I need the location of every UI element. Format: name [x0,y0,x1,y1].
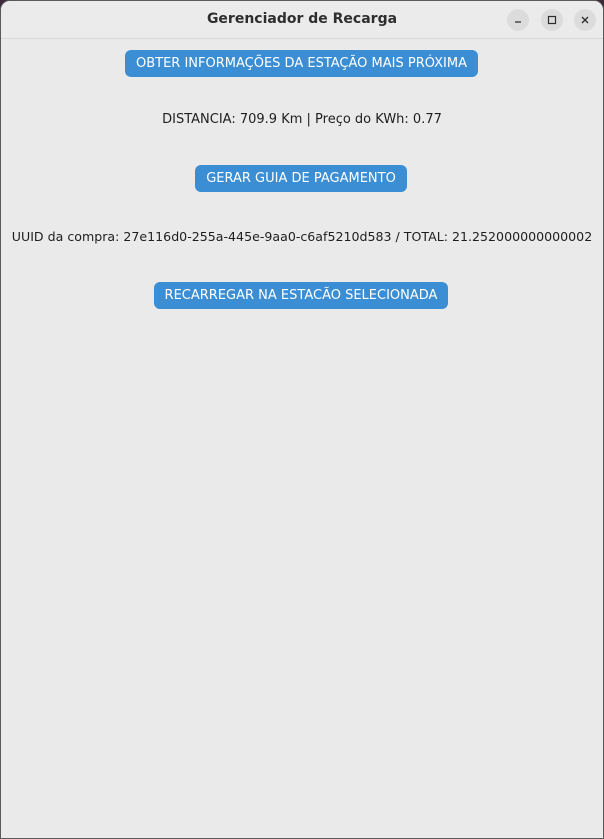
minimize-icon [515,21,521,23]
distance-price-label: DISTANCIA: 709.9 Km | Preço do KWh: 0.77 [162,112,442,127]
recharge-button[interactable]: RECARREGAR NA ESTACÃO SELECIONADA [154,282,448,309]
get-nearest-station-button[interactable]: OBTER INFORMAÇÕES DA ESTAÇÃO MAIS PRÓXIM… [125,50,478,77]
generate-payment-button[interactable]: GERAR GUIA DE PAGAMENTO [195,165,407,192]
maximize-button[interactable] [541,9,563,31]
close-button[interactable] [574,9,596,31]
purchase-info-label: UUID da compra: 27e116d0-255a-445e-9aa0-… [11,229,593,244]
title-bar[interactable]: Gerenciador de Recarga [1,1,603,39]
maximize-icon [547,15,557,25]
app-window: Gerenciador de Recarga OBTER INFORMAÇÕES… [0,0,604,839]
close-icon [581,16,589,24]
minimize-button[interactable] [507,9,529,31]
